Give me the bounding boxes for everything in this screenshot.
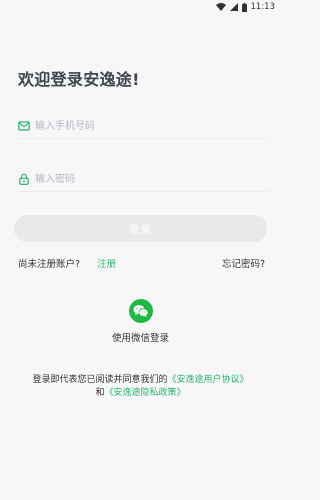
battery-icon [241, 2, 247, 12]
wifi-icon [215, 3, 226, 11]
agreement-text: 登录即代表您已阅读并同意我们的《安逸途用户协议》 和《安逸途隐私政策》 [0, 374, 281, 400]
agreement-conjunction: 和 [95, 388, 105, 398]
wechat-icon [133, 305, 149, 318]
login-button[interactable]: 登录 [14, 215, 267, 242]
agreement-prefix: 登录即代表您已阅读并同意我们的 [32, 375, 168, 385]
user-agreement-link[interactable]: 《安逸途用户协议》 [168, 375, 249, 385]
register-link[interactable]: 注册 [97, 259, 116, 271]
page-title: 欢迎登录安逸途! [18, 70, 140, 89]
password-field [18, 169, 268, 192]
mail-icon [18, 121, 30, 131]
status-time: 11:13 [250, 2, 276, 12]
phone-input[interactable] [35, 116, 260, 136]
password-input[interactable] [35, 169, 260, 189]
status-icons: 11:13 [215, 2, 276, 12]
phone-field [18, 116, 268, 139]
wechat-login-label: 使用微信登录 [111, 333, 169, 344]
lock-icon [19, 173, 29, 185]
signal-icon [229, 3, 238, 11]
status-bar: 11:13 [0, 0, 281, 14]
no-account-text: 尚未注册账户? [18, 259, 81, 270]
wechat-login-button[interactable] [129, 299, 153, 323]
forgot-password-link[interactable]: 忘记密码? [222, 259, 265, 271]
privacy-policy-link[interactable]: 《安逸途隐私政策》 [105, 388, 186, 398]
